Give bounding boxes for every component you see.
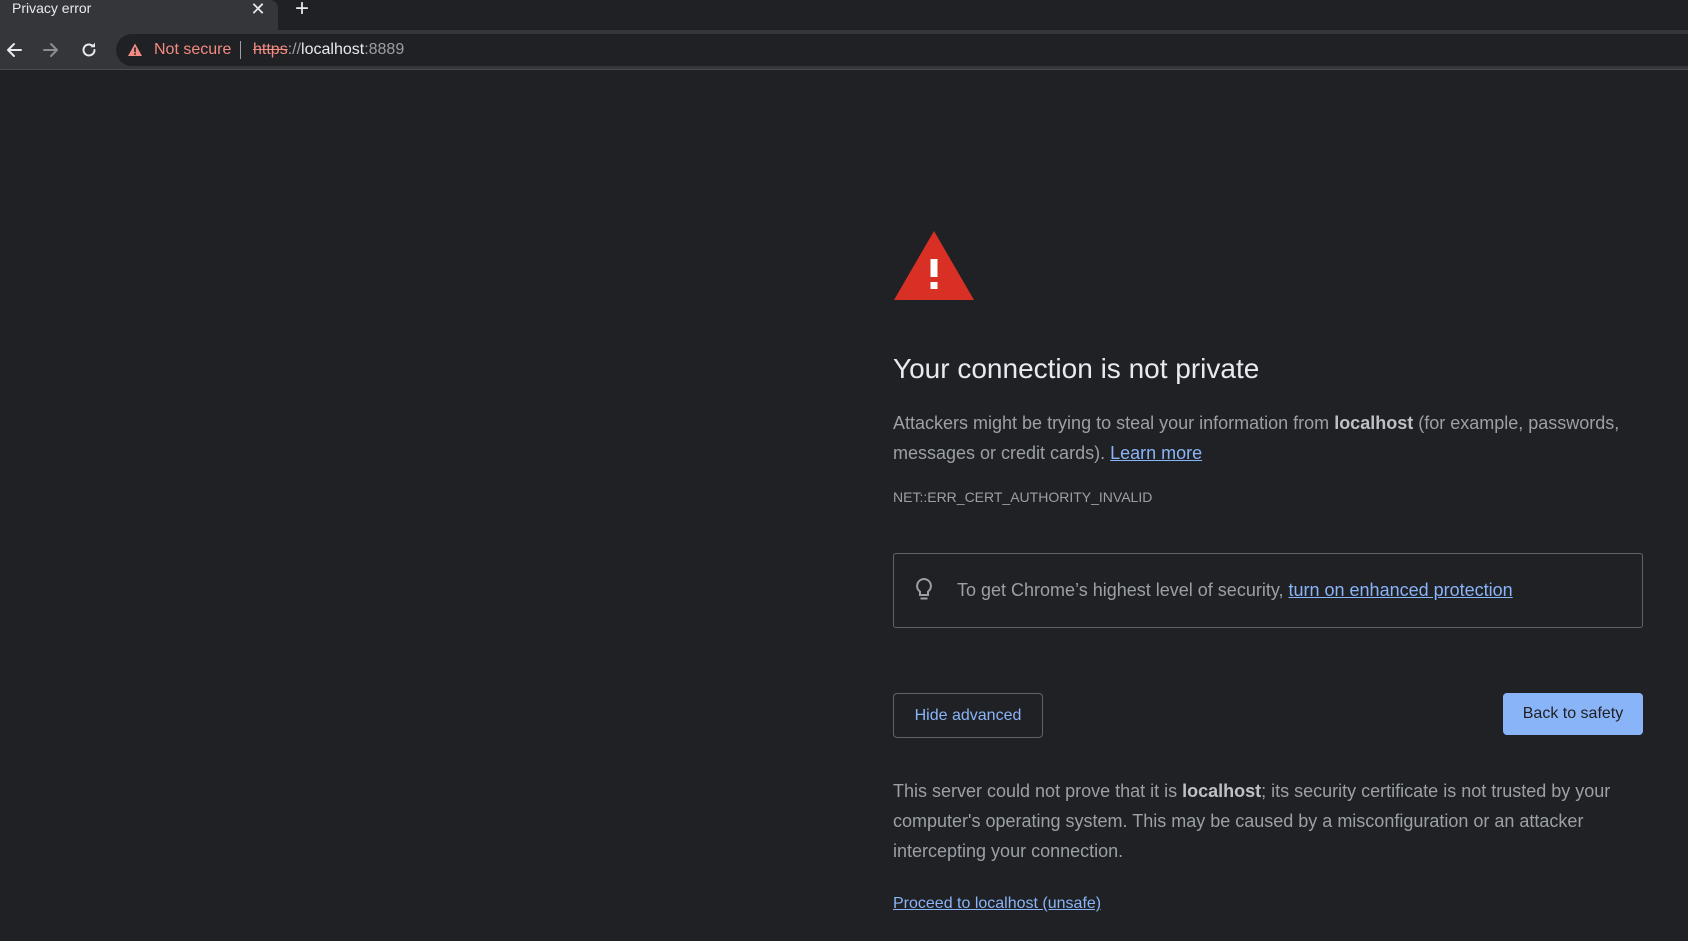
proceed-unsafe-link[interactable]: Proceed to localhost (unsafe) [893,894,1101,914]
enhanced-protection-prefix: To get Chrome’s highest level of securit… [957,580,1289,600]
details-host: localhost [1182,781,1262,801]
enhanced-protection-text: To get Chrome’s highest level of securit… [957,578,1513,602]
tab-strip: Privacy error ✕ + [0,0,1688,30]
url-separator: :// [287,41,302,58]
back-to-safety-button[interactable]: Back to safety [1503,693,1643,735]
hide-advanced-button[interactable]: Hide advanced [893,693,1043,738]
omnibox-divider [240,41,241,59]
forward-button[interactable] [37,36,65,64]
url-port: :8889 [364,41,405,58]
main-message: Attackers might be trying to steal your … [893,408,1643,468]
address-bar[interactable]: Not secure https://localhost:8889 [116,34,1688,66]
page-title: Your connection is not private [893,353,1260,384]
arrow-right-icon [43,43,58,57]
reload-icon [82,42,96,57]
main-message-prefix: Attackers might be trying to steal your … [893,413,1335,433]
tab-close-icon[interactable]: ✕ [248,0,268,18]
reload-button[interactable] [75,36,103,64]
warning-icon [894,231,974,300]
arrow-left-icon [7,43,22,57]
url-text[interactable]: https://localhost:8889 [253,40,404,60]
tab-title: Privacy error [12,0,92,16]
back-button[interactable] [0,36,28,64]
toolbar: Not secure https://localhost:8889 [0,30,1688,70]
url-scheme: https [253,41,288,58]
warning-triangle-icon[interactable] [127,42,143,58]
url-host: localhost [301,41,365,58]
details-prefix: This server could not prove that it is [893,781,1183,801]
new-tab-button[interactable]: + [290,0,314,21]
learn-more-link[interactable]: Learn more [1110,443,1202,463]
tab-privacy-error[interactable]: Privacy error ✕ [0,0,278,30]
not-secure-label[interactable]: Not secure [154,40,231,60]
lightbulb-icon [916,577,932,600]
error-code[interactable]: NET::ERR_CERT_AUTHORITY_INVALID [893,488,1152,506]
enhanced-protection-link[interactable]: turn on enhanced protection [1289,580,1513,600]
enhanced-protection-box: To get Chrome’s highest level of securit… [893,553,1643,628]
details-message: This server could not prove that it is l… [893,776,1643,866]
main-message-host: localhost [1334,413,1414,433]
